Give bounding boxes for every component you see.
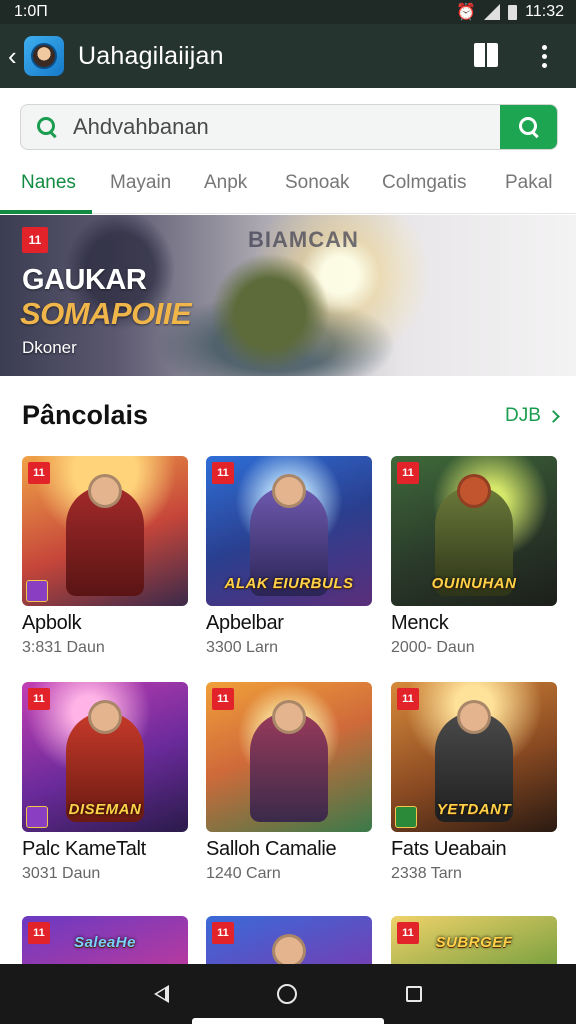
game-thumbnail: 11 ALAK EIURBULS bbox=[206, 456, 372, 606]
game-art-logo: ALAK EIURBULS bbox=[224, 575, 354, 592]
home-indicator bbox=[192, 1018, 384, 1024]
home-circle-icon[interactable] bbox=[277, 984, 298, 1004]
tab-anpk[interactable]: Anpk bbox=[204, 172, 247, 194]
more-vert-icon[interactable] bbox=[532, 44, 556, 68]
chevron-left-icon[interactable]: ‹ bbox=[8, 43, 22, 69]
status-time-left: 1:0П bbox=[14, 3, 48, 20]
game-count: 3031 Daun bbox=[22, 865, 101, 882]
game-card[interactable]: 11 Salloh Camalie 1240 Carn bbox=[206, 682, 372, 883]
status-icons: ⏰ 11:32 bbox=[456, 2, 564, 22]
signal-icon bbox=[484, 4, 501, 20]
banner-subtitle: SOMAPOIIE bbox=[20, 296, 192, 331]
game-thumbnail: 11 OUINUHAN bbox=[391, 456, 557, 606]
system-nav-bar bbox=[0, 964, 576, 1024]
chevron-right-icon bbox=[547, 409, 560, 423]
banner-title: GAUKAR bbox=[22, 264, 147, 296]
app-title: Uahagilaiijan bbox=[78, 41, 224, 70]
banner-caption: Dkoner bbox=[22, 338, 77, 357]
alarm-icon: ⏰ bbox=[456, 4, 477, 21]
battery-icon bbox=[508, 4, 518, 20]
see-more-link[interactable]: DJB bbox=[505, 405, 560, 427]
section-title: Pâncolais bbox=[22, 400, 149, 430]
game-thumbnail: 11 DISEMAN bbox=[22, 682, 188, 832]
bookmark-icon[interactable] bbox=[474, 43, 498, 69]
game-title: Apbolk bbox=[22, 612, 82, 634]
game-thumbnail: 11 bbox=[206, 682, 372, 832]
tab-colmgatis[interactable]: Colmgatis bbox=[382, 172, 466, 194]
game-art-logo: SUBRGEF bbox=[435, 934, 513, 951]
game-art-head bbox=[457, 700, 491, 734]
app-bar: ‹ Uahagilaiijan bbox=[0, 24, 576, 88]
game-count: 3:831 Daun bbox=[22, 639, 105, 656]
game-card[interactable]: 11 DISEMAN Palc KameTalt 3031 Daun bbox=[22, 682, 188, 883]
game-card[interactable]: 11 ALAK EIURBULS Apbelbar 3300 Larn bbox=[206, 456, 372, 657]
game-badge: 11 bbox=[212, 922, 234, 944]
game-title: Fats Ueabain bbox=[391, 838, 507, 860]
game-card[interactable]: 11 YETDANT Fats Ueabain 2338 Tarn bbox=[391, 682, 557, 883]
game-count: 3300 Larn bbox=[206, 639, 279, 656]
avatar bbox=[31, 43, 57, 69]
game-badge: 11 bbox=[28, 462, 50, 484]
status-bar: 1:0П ⏰ 11:32 bbox=[0, 0, 576, 24]
category-tabs: Nanes Mayain Anpk Sonoak Colmgatis Pakal bbox=[0, 160, 576, 214]
game-badge: 11 bbox=[212, 462, 234, 484]
game-card[interactable]: 11 OUINUHAN Menck 2000- Daun bbox=[391, 456, 557, 657]
game-title: Apbelbar bbox=[206, 612, 284, 634]
game-art-logo: OUINUHAN bbox=[431, 575, 517, 592]
game-title: Salloh Camalie bbox=[206, 838, 337, 860]
tab-sonoak[interactable]: Sonoak bbox=[285, 172, 349, 194]
banner-overlay-text: BIAMCAN bbox=[248, 227, 359, 252]
banner-figure-hero bbox=[200, 243, 340, 376]
back-triangle-icon[interactable] bbox=[154, 985, 170, 1003]
tab-mayain[interactable]: Mayain bbox=[110, 172, 171, 194]
search-icon bbox=[37, 117, 57, 137]
game-art-logo: DISEMAN bbox=[68, 801, 142, 818]
game-art-head bbox=[457, 474, 491, 508]
see-more-label: DJB bbox=[505, 405, 541, 426]
search-lead bbox=[21, 117, 73, 137]
tab-nanes[interactable]: Nanes bbox=[21, 172, 76, 194]
banner-badge: 11 bbox=[22, 227, 48, 253]
game-art-logo: YETDANT bbox=[436, 801, 512, 818]
game-count: 2000- Daun bbox=[391, 639, 475, 656]
game-thumbnail: 11 YETDANT bbox=[391, 682, 557, 832]
status-time-right: 11:32 bbox=[525, 3, 564, 20]
game-card[interactable]: 11 Apbolk 3:831 Daun bbox=[22, 456, 188, 657]
game-art-head bbox=[88, 474, 122, 508]
app-logo bbox=[24, 36, 64, 76]
game-art-head bbox=[272, 474, 306, 508]
search-input[interactable] bbox=[73, 114, 500, 140]
game-art-head bbox=[272, 700, 306, 734]
game-corner-icon bbox=[26, 580, 48, 602]
game-title: Palc KameTalt bbox=[22, 838, 146, 860]
tab-pakal[interactable]: Pakal bbox=[505, 172, 553, 194]
game-art-head bbox=[88, 700, 122, 734]
game-badge: 11 bbox=[28, 688, 50, 710]
game-count: 1240 Carn bbox=[206, 865, 281, 882]
game-badge: 11 bbox=[212, 688, 234, 710]
game-thumbnail: 11 bbox=[22, 456, 188, 606]
game-title: Menck bbox=[391, 612, 449, 634]
game-art-head bbox=[272, 934, 306, 968]
search-button[interactable] bbox=[500, 105, 557, 149]
game-badge: 11 bbox=[397, 462, 419, 484]
game-badge: 11 bbox=[397, 688, 419, 710]
tab-active-indicator bbox=[0, 210, 92, 214]
game-count: 2338 Tarn bbox=[391, 865, 462, 882]
search-bar bbox=[20, 104, 558, 150]
search-icon bbox=[518, 117, 539, 137]
game-art-logo: SaleaHe bbox=[74, 934, 136, 951]
recents-square-icon[interactable] bbox=[405, 986, 422, 1002]
